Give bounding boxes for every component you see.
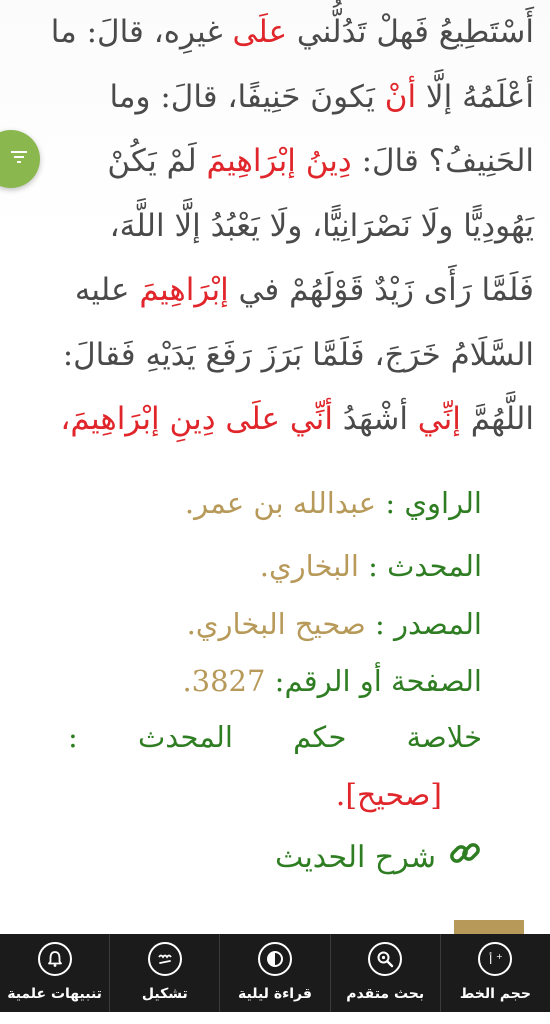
hadith-line: أعْلَمُهُ إلَّا أنْ يَكونَ حَنِيفًا، قال… <box>109 78 534 115</box>
tashkeel-icon <box>147 942 182 976</box>
tashkeel-button[interactable]: تشكيل <box>109 934 219 1024</box>
hadith-line: اللَّهُمَّ إنِّي أشْهَدُ أنِّي علَى دِين… <box>60 401 534 437</box>
advanced-search-icon <box>368 942 403 976</box>
verdict-value: [صحيح]. <box>335 778 442 813</box>
verdict-word: المحدث <box>138 720 233 754</box>
source-row: المصدر : صحيح البخاري. <box>187 607 482 641</box>
hadith-line: الحَنِيفُ؟ قالَ: دِينُ إبْرَاهِيمَ لَمْ … <box>107 143 534 179</box>
explanation-label: شرح الحديث <box>275 839 436 875</box>
svg-text:+: + <box>496 952 503 961</box>
verdict-row: خلاصة حكم المحدث : <box>68 720 482 764</box>
muhaddith-value: البخاري. <box>259 549 359 583</box>
font-size-icon: أ + <box>478 942 513 976</box>
svg-text:أ: أ <box>489 952 492 967</box>
hadith-line: يَهُودِيًّا ولَا نَصْرَانِيًّا، ولَا يَع… <box>109 207 534 244</box>
verdict-word: خلاصة <box>406 720 482 754</box>
narrator-value: عبدالله بن عمر. <box>184 486 377 520</box>
advanced-search-label: بحث متقدم <box>346 986 425 1002</box>
tashkeel-label: تشكيل <box>141 986 188 1002</box>
hadith-card: أَسْتَطِيعُ فَهلْ تَدُلُّني علَى غيرِه، … <box>0 0 550 1024</box>
verdict-word: حكم <box>293 720 347 754</box>
hadith-line: فَلَمَّا رَأَى زَيْدٌ قَوْلَهُمْ في إبْر… <box>74 272 534 308</box>
page-number-row: الصفحة أو الرقم: 3827. <box>182 664 482 698</box>
hadith-text: أَسْتَطِيعُ فَهلْ تَدُلُّني علَى غيرِه، … <box>14 0 534 452</box>
bottom-toolbar: أ + حجم الخط بحث متقدم قراءة ليلية تشكيل … <box>0 934 550 1024</box>
hadith-line: السَّلَامُ خَرَجَ، فَلَمَّا بَرَزَ رَفَع… <box>62 336 534 373</box>
hadith-line: أَسْتَطِيعُ فَهلْ تَدُلُّني علَى غيرِه، … <box>50 14 534 50</box>
scientific-alerts-button[interactable]: تنبيهات علمية <box>0 934 109 1024</box>
home-indicator-strip <box>0 1012 550 1024</box>
narrator-row: الراوي : عبدالله بن عمر. <box>185 486 482 520</box>
page-number-value: 3827. <box>182 664 266 698</box>
verdict-colon: : <box>68 720 78 754</box>
night-mode-button[interactable]: قراءة ليلية <box>219 934 329 1024</box>
filter-icon <box>10 149 28 169</box>
bell-icon <box>37 942 72 976</box>
source-label: المصدر : <box>365 607 482 641</box>
narrator-label: الراوي : <box>376 486 482 520</box>
muhaddith-label: المحدث : <box>358 549 482 583</box>
hadith-explanation-link[interactable]: شرح الحديث <box>275 836 482 878</box>
night-mode-icon <box>257 942 292 976</box>
night-mode-label: قراءة ليلية <box>238 986 312 1002</box>
page-number-label: الصفحة أو الرقم: <box>265 664 482 698</box>
link-icon <box>448 836 482 878</box>
scientific-alerts-label: تنبيهات علمية <box>7 986 102 1002</box>
font-size-label: حجم الخط <box>459 986 531 1002</box>
muhaddith-row: المحدث : البخاري. <box>260 549 482 583</box>
advanced-search-button[interactable]: بحث متقدم <box>329 934 440 1024</box>
source-value: صحيح البخاري. <box>186 607 366 641</box>
font-size-button[interactable]: أ + حجم الخط <box>439 934 550 1024</box>
